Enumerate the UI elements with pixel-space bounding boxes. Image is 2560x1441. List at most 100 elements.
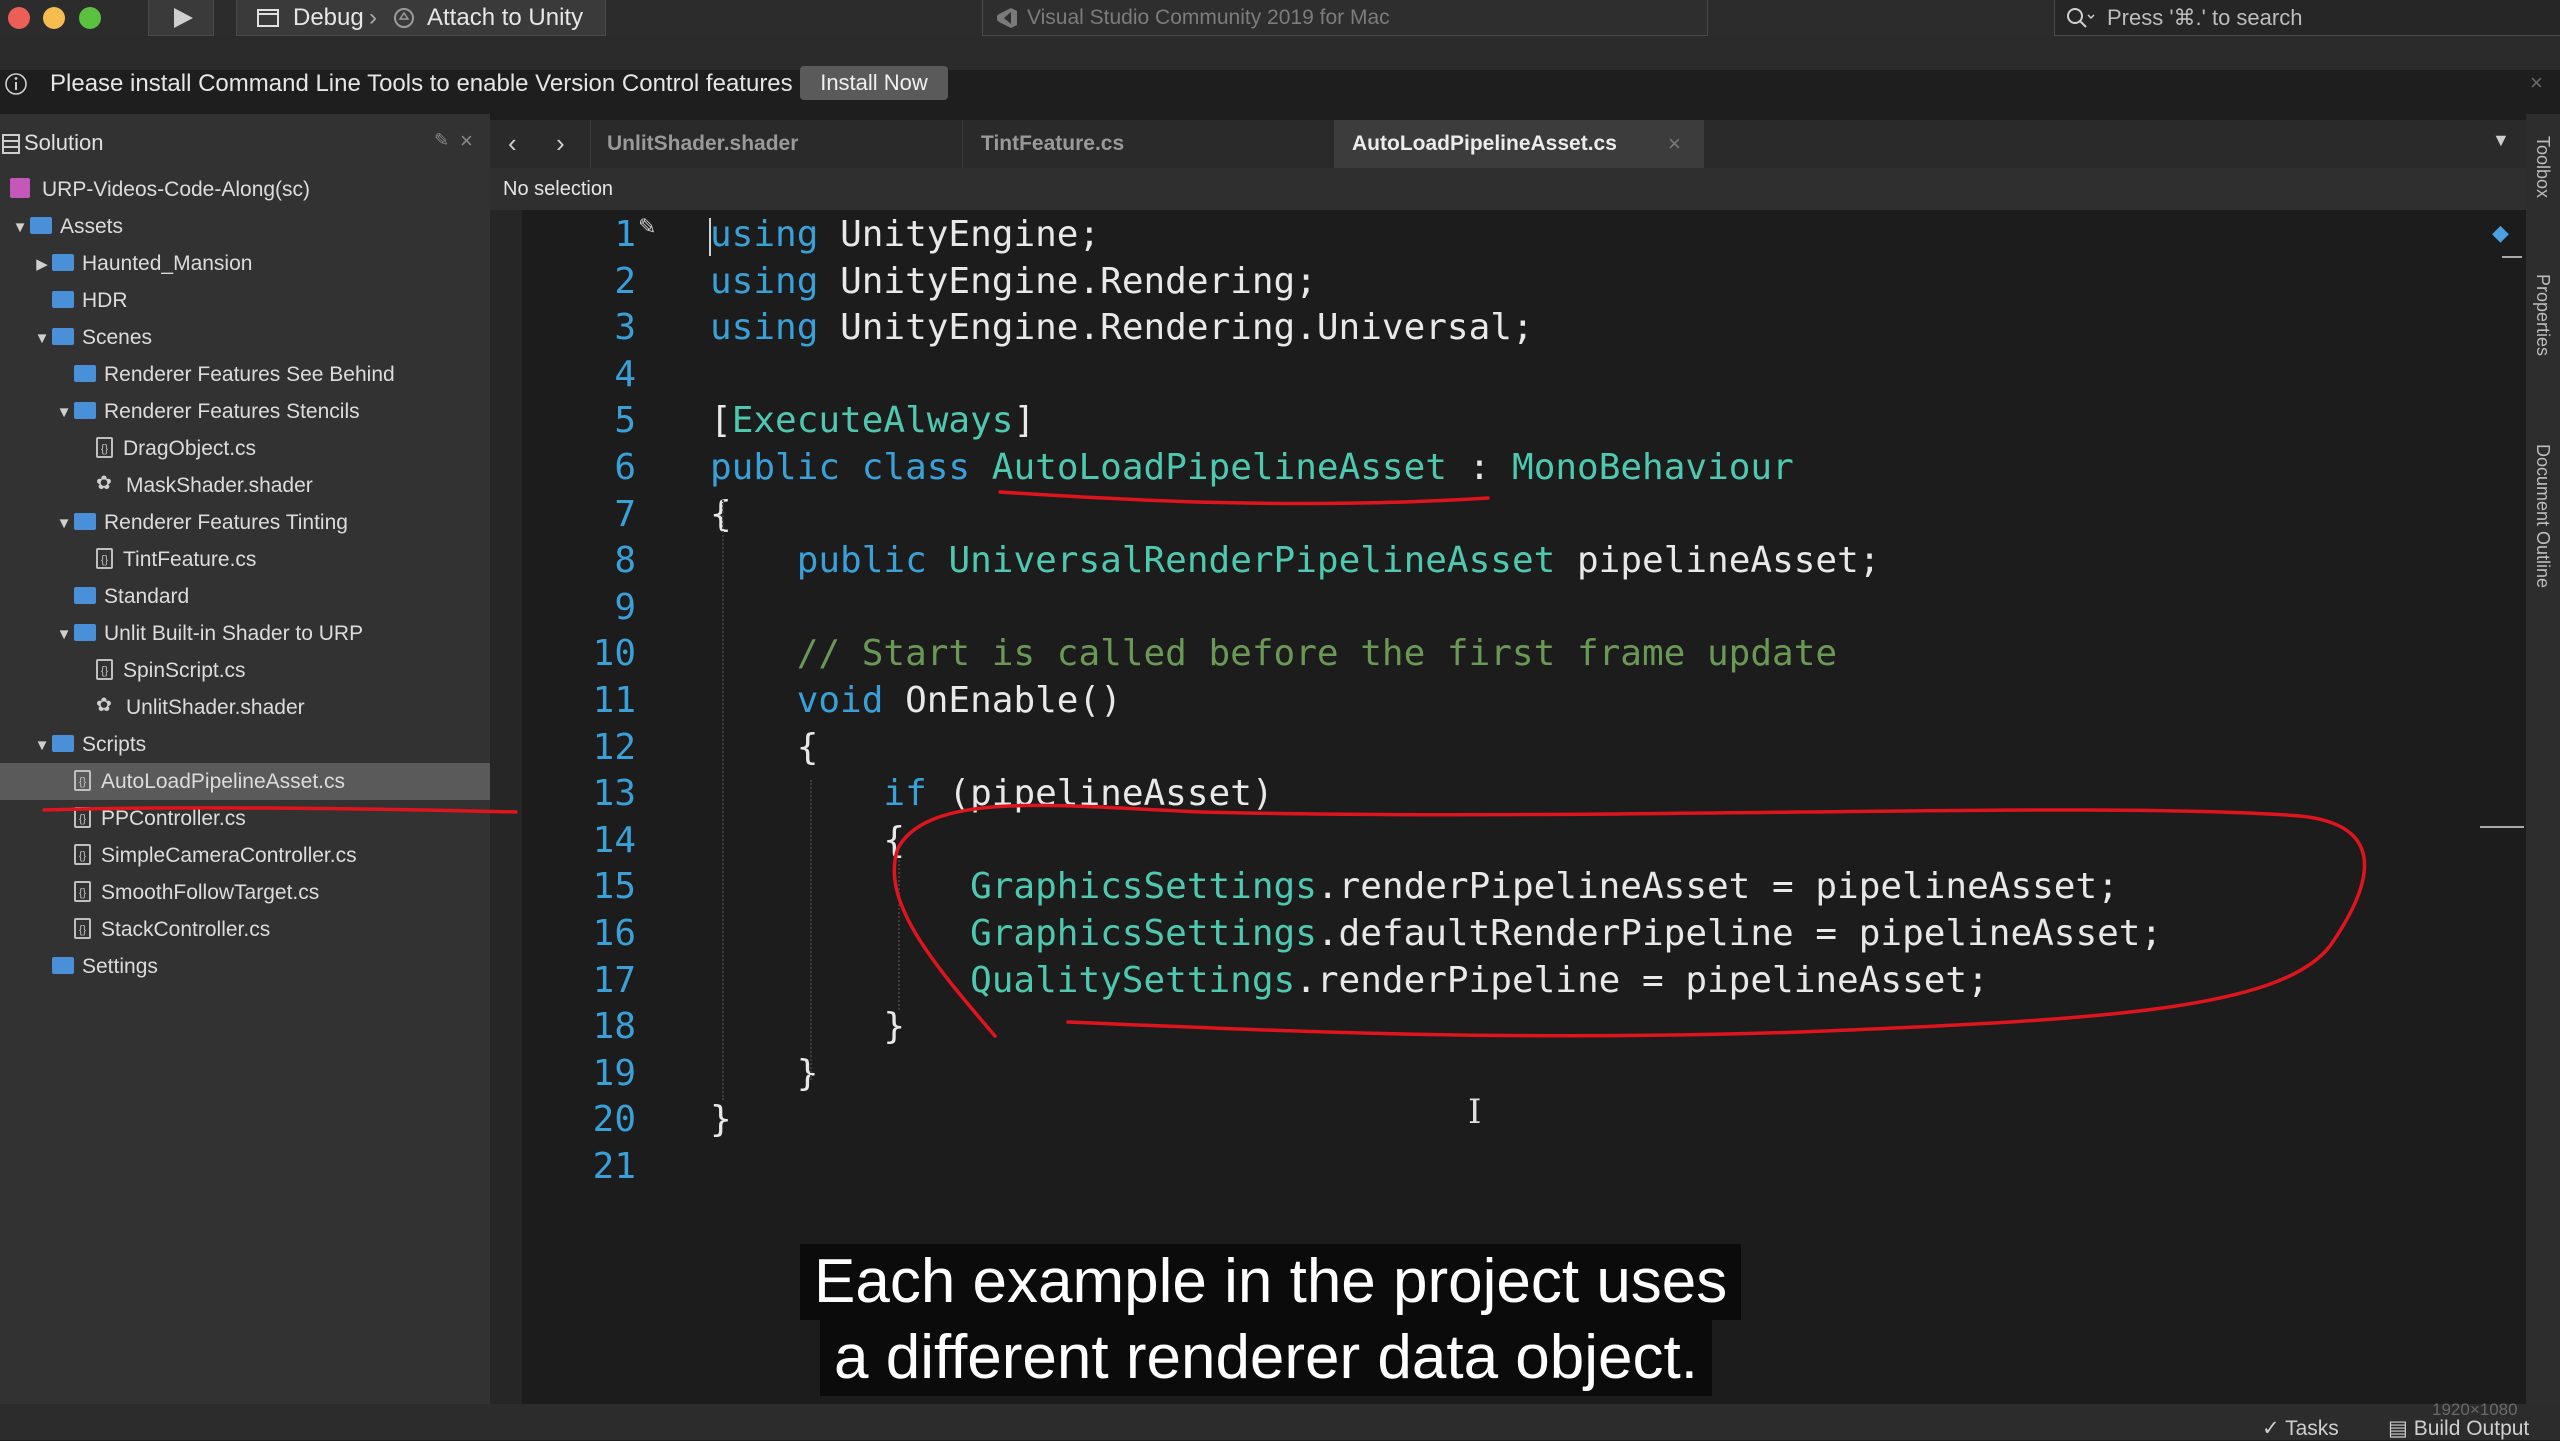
tree-folder[interactable]: ▼ Scripts — [0, 726, 490, 763]
tree-file[interactable]: ✿ MaskShader.shader — [0, 467, 490, 504]
code-line[interactable]: [ExecuteAlways] — [710, 398, 2162, 445]
tree-file[interactable]: {} SimpleCameraController.cs — [0, 837, 490, 874]
tree-file[interactable]: {} StackController.cs — [0, 911, 490, 948]
tree-folder[interactable]: Settings — [0, 948, 490, 985]
i-beam-cursor-icon: I — [1468, 1092, 1482, 1132]
info-icon — [5, 73, 27, 95]
selection-dropdown[interactable]: No selection — [503, 168, 613, 210]
tree-file[interactable]: {} SmoothFollowTarget.cs — [0, 874, 490, 911]
code-line[interactable]: } — [710, 1051, 2162, 1098]
run-button[interactable] — [148, 0, 214, 36]
run-configuration-selector[interactable]: Debug › Attach to Unity — [236, 0, 606, 36]
folder-icon — [30, 216, 52, 234]
tree-item-label: SmoothFollowTarget.cs — [101, 881, 320, 904]
tree-folder[interactable]: ▼ Scenes — [0, 319, 490, 356]
back-arrow-icon[interactable]: ‹ — [508, 128, 517, 159]
code-line[interactable]: // Start is called before the first fram… — [710, 631, 2162, 678]
line-number: 18 — [592, 1006, 636, 1048]
folder-icon — [52, 956, 74, 974]
expanded-arrow-icon[interactable]: ▼ — [32, 320, 52, 357]
folder-icon — [74, 623, 96, 641]
tree-file[interactable]: {} AutoLoadPipelineAsset.cs — [0, 763, 490, 800]
code-line[interactable]: GraphicsSettings.renderPipelineAsset = p… — [710, 864, 2162, 911]
expanded-arrow-icon[interactable]: ▼ — [10, 209, 30, 246]
code-line[interactable]: } — [710, 1097, 2162, 1144]
tree-folder[interactable]: ▶ Haunted_Mansion — [0, 245, 490, 282]
tree-item-label: Renderer Features Stencils — [104, 400, 360, 423]
pin-icon[interactable]: ✎ — [434, 130, 449, 151]
scroll-position-indicator[interactable] — [2480, 826, 2524, 828]
code-keyword: class — [861, 446, 971, 488]
line-number: 12 — [592, 726, 636, 768]
code-keyword: if — [710, 773, 927, 815]
expanded-arrow-icon[interactable]: ▼ — [54, 505, 74, 542]
csharp-file-icon: {} — [74, 769, 91, 791]
forward-arrow-icon[interactable]: › — [556, 128, 565, 159]
breadcrumb-separator: › — [369, 4, 377, 31]
code-line[interactable]: GraphicsSettings.defaultRenderPipeline =… — [710, 911, 2162, 958]
tab-autoloadpipelineasset[interactable]: AutoLoadPipelineAsset.cs × — [1334, 120, 1704, 168]
install-now-button[interactable]: Install Now — [800, 66, 948, 100]
code-line[interactable]: if (pipelineAsset) — [710, 771, 2162, 818]
code-line[interactable] — [710, 352, 2162, 399]
code-line[interactable]: void OnEnable() — [710, 678, 2162, 725]
line-number: 2 — [614, 260, 636, 302]
tree-file[interactable]: {} PPController.cs — [0, 800, 490, 837]
line-number: 3 — [614, 307, 636, 349]
zoom-window-button[interactable] — [79, 7, 101, 29]
code-line[interactable] — [710, 585, 2162, 632]
close-tab-icon[interactable]: × — [1668, 120, 1681, 168]
tab-unlitshader[interactable]: UnlitShader.shader — [590, 120, 960, 168]
build-output-label: Build Output — [2413, 1417, 2530, 1440]
tree-file[interactable]: {} TintFeature.cs — [0, 541, 490, 578]
code-line[interactable]: { — [710, 725, 2162, 772]
expanded-arrow-icon[interactable]: ▼ — [54, 394, 74, 431]
toolbox-tab[interactable]: Toolbox — [2532, 136, 2553, 198]
code-line[interactable]: QualitySettings.renderPipeline = pipelin… — [710, 958, 2162, 1005]
tree-file[interactable]: {} SpinScript.cs — [0, 652, 490, 689]
collapsed-arrow-icon[interactable]: ▶ — [32, 246, 52, 283]
tree-folder[interactable]: ▼ Assets — [0, 208, 490, 245]
code-token: pipelineAsset; — [1577, 540, 1881, 582]
build-output-button[interactable]: ▤ Build Output — [2388, 1416, 2529, 1441]
tree-file[interactable]: ✿ UnlitShader.shader — [0, 689, 490, 726]
tree-folder[interactable]: ▼ Unlit Built-in Shader to URP — [0, 615, 490, 652]
tree-folder[interactable]: ▼ Renderer Features Tinting — [0, 504, 490, 541]
code-line[interactable]: public class AutoLoadPipelineAsset : Mon… — [710, 445, 2162, 492]
properties-label: Properties — [2533, 274, 2553, 357]
close-pad-icon[interactable]: × — [460, 128, 473, 154]
code-text[interactable]: using UnityEngine; using UnityEngine.Rend… — [710, 212, 2162, 1190]
project-node[interactable]: URP-Videos-Code-Along(sc) — [10, 171, 490, 208]
expanded-arrow-icon[interactable]: ▼ — [54, 616, 74, 653]
search-icon — [2067, 8, 2095, 28]
folder-icon — [52, 253, 74, 271]
code-line[interactable]: { — [710, 492, 2162, 539]
solution-icon — [2, 134, 20, 154]
code-line[interactable]: public UniversalRenderPipelineAsset pipe… — [710, 538, 2162, 585]
tree-file[interactable]: {} DragObject.cs — [0, 430, 490, 467]
tab-list-dropdown-icon[interactable]: ▼ — [2492, 130, 2510, 151]
tree-folder[interactable]: Renderer Features See Behind — [0, 356, 490, 393]
tree-folder[interactable]: HDR — [0, 282, 490, 319]
close-infobar-icon[interactable]: × — [2530, 70, 2543, 96]
code-line[interactable] — [710, 1144, 2162, 1191]
code-line[interactable]: using UnityEngine.Rendering; — [710, 259, 2162, 306]
search-placeholder: Press '⌘.' to search — [2107, 5, 2303, 30]
code-line[interactable]: using UnityEngine; — [710, 212, 2162, 259]
expanded-arrow-icon[interactable]: ▼ — [32, 727, 52, 764]
code-line[interactable]: { — [710, 818, 2162, 865]
code-line[interactable]: using UnityEngine.Rendering.Universal; — [710, 305, 2162, 352]
document-outline-tab[interactable]: Document Outline — [2532, 444, 2553, 588]
tree-folder[interactable]: ▼ Renderer Features Stencils — [0, 393, 490, 430]
tasks-button[interactable]: ✓ Tasks — [2262, 1416, 2339, 1441]
tree-folder[interactable]: Standard — [0, 578, 490, 615]
tab-label: AutoLoadPipelineAsset.cs — [1352, 132, 1617, 155]
close-window-button[interactable] — [8, 7, 30, 29]
code-line[interactable]: } — [710, 1004, 2162, 1051]
tab-tintfeature[interactable]: TintFeature.cs — [962, 120, 1332, 168]
minimize-window-button[interactable] — [43, 7, 65, 29]
properties-tab[interactable]: Properties — [2532, 274, 2553, 356]
scroll-marker-icon: ◆ — [2492, 220, 2509, 245]
line-number: 8 — [614, 540, 636, 582]
search-box[interactable]: Press '⌘.' to search — [2054, 0, 2560, 36]
